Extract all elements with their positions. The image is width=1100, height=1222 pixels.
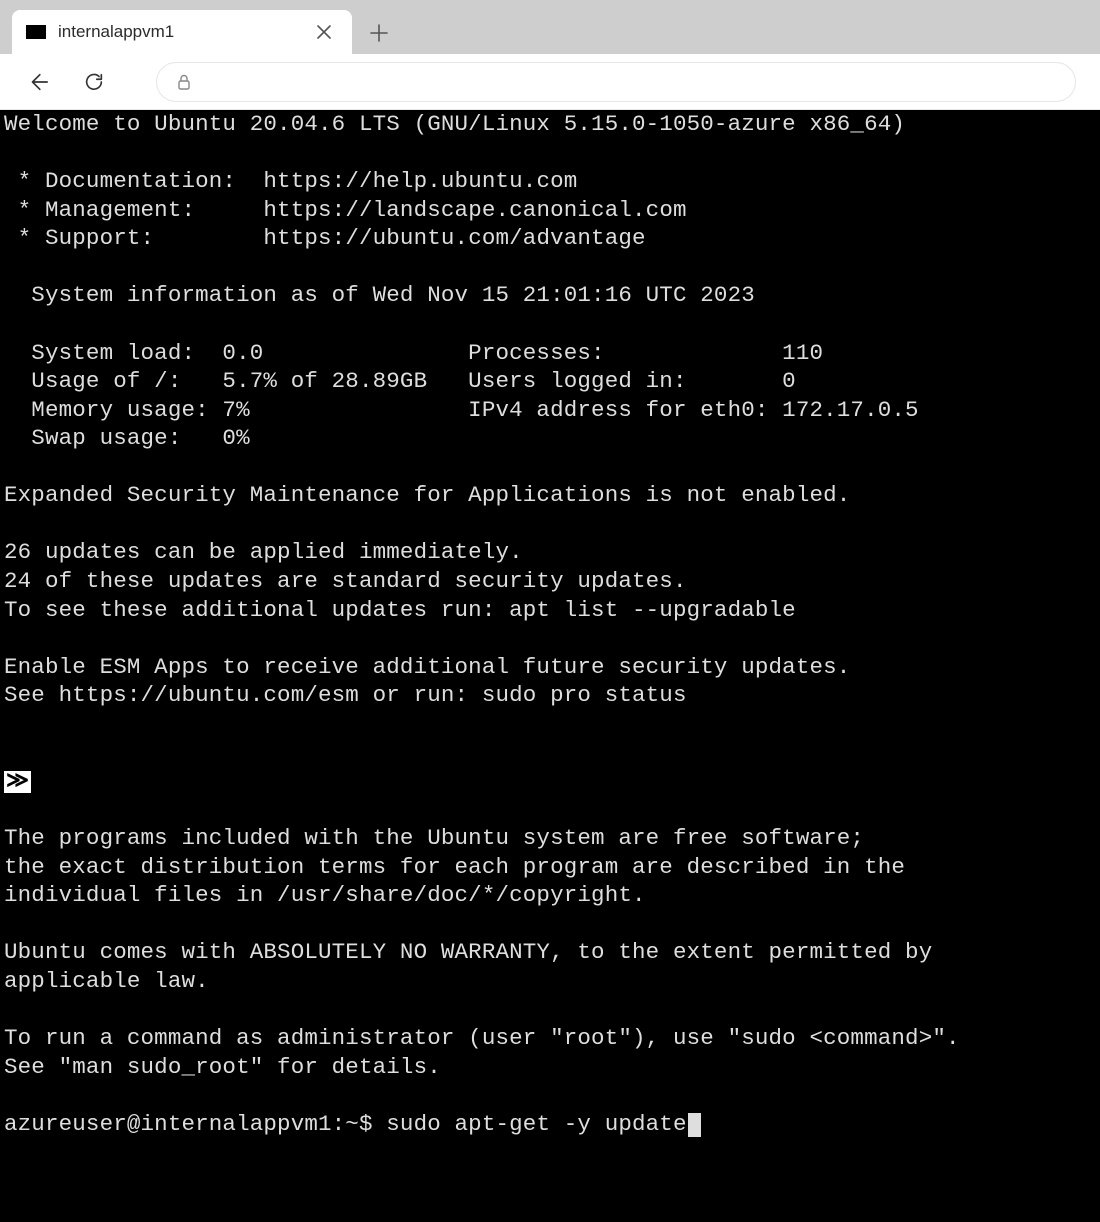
shell-prompt-line: azureuser@internalappvm1:~$ sudo apt-get… <box>4 1111 701 1137</box>
sysinfo-line: Memory usage: 7% IPv4 address for eth0: … <box>4 397 919 423</box>
nav-bar <box>0 54 1100 110</box>
esm-disabled-line: Expanded Security Maintenance for Applic… <box>4 482 850 508</box>
warranty-line: applicable law. <box>4 968 209 994</box>
updates-line: 24 of these updates are standard securit… <box>4 568 687 594</box>
refresh-button[interactable] <box>80 68 108 96</box>
sysinfo-line: Usage of /: 5.7% of 28.89GB Users logged… <box>4 368 796 394</box>
sudo-note-line: To run a command as administrator (user … <box>4 1025 960 1051</box>
tab-title: internalappvm1 <box>58 22 298 42</box>
refresh-icon <box>83 71 105 93</box>
programs-line: the exact distribution terms for each pr… <box>4 854 905 880</box>
cursor-icon <box>688 1113 701 1137</box>
shell-prompt: azureuser@internalappvm1:~$ <box>4 1111 386 1137</box>
lock-icon <box>175 73 193 91</box>
address-bar[interactable] <box>156 62 1076 102</box>
terminal-favicon-icon <box>26 25 46 39</box>
plus-icon <box>370 24 388 42</box>
sysinfo-line: Swap usage: 0% <box>4 425 250 451</box>
support-link-line: * Support: https://ubuntu.com/advantage <box>4 225 646 251</box>
programs-line: The programs included with the Ubuntu sy… <box>4 825 864 851</box>
close-tab-button[interactable] <box>310 18 338 46</box>
browser-chrome: internalappvm1 <box>0 0 1100 110</box>
welcome-line: Welcome to Ubuntu 20.04.6 LTS (GNU/Linux… <box>4 111 905 137</box>
chevrons-icon: ≫ <box>4 771 31 793</box>
esm-enable-line: Enable ESM Apps to receive additional fu… <box>4 654 850 680</box>
doc-link-line: * Documentation: https://help.ubuntu.com <box>4 168 577 194</box>
sudo-note-line: See "man sudo_root" for details. <box>4 1054 441 1080</box>
close-icon <box>317 25 331 39</box>
updates-line: To see these additional updates run: apt… <box>4 597 796 623</box>
updates-line: 26 updates can be applied immediately. <box>4 539 523 565</box>
sysinfo-line: System load: 0.0 Processes: 110 <box>4 340 823 366</box>
back-button[interactable] <box>24 68 52 96</box>
new-tab-button[interactable] <box>358 12 400 54</box>
browser-tab[interactable]: internalappvm1 <box>12 10 352 54</box>
esm-enable-line: See https://ubuntu.com/esm or run: sudo … <box>4 682 687 708</box>
terminal-content[interactable]: Welcome to Ubuntu 20.04.6 LTS (GNU/Linux… <box>0 110 1100 1222</box>
programs-line: individual files in /usr/share/doc/*/cop… <box>4 882 646 908</box>
warranty-line: Ubuntu comes with ABSOLUTELY NO WARRANTY… <box>4 939 932 965</box>
arrow-left-icon <box>27 71 49 93</box>
sysinfo-header: System information as of Wed Nov 15 21:0… <box>4 282 755 308</box>
tab-bar: internalappvm1 <box>0 0 1100 54</box>
mgmt-link-line: * Management: https://landscape.canonica… <box>4 197 687 223</box>
shell-command[interactable]: sudo apt-get -y update <box>386 1111 686 1137</box>
